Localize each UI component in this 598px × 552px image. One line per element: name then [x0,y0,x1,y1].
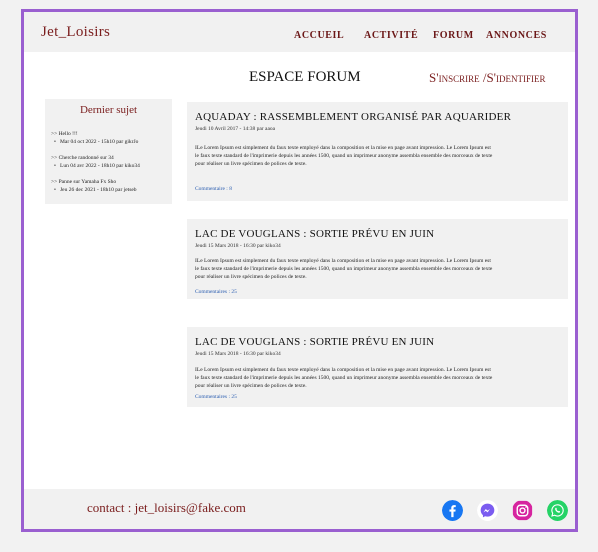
footer: contact : jet_loisirs@fake.com [24,489,575,529]
whatsapp-icon[interactable] [547,500,568,521]
post-comments-link[interactable]: Commentaires : 25 [195,289,237,295]
post-excerpt: ILe Lorem Ipsum est simplement du faux t… [195,367,493,389]
sidebar-title: Dernier sujet [79,104,138,116]
sidebar-topic-link[interactable]: >> Cherche randonné sur 34 [51,154,114,162]
page-frame: Jet_Loisirs ACCUEIL ACTIVITÉ FORUM ANNON… [21,9,578,532]
nav-annonces[interactable]: ANNONCES [486,30,547,41]
post-title[interactable]: LAC DE VOUGLANS : SORTIE PRÉVU EN JUIN [195,228,434,240]
signup-login-link[interactable]: S'inscrire /S'identifier [429,70,546,86]
post-excerpt: ILe Lorem Ipsum est simplement du faux t… [195,258,493,280]
page-title: ESPACE FORUM [249,69,361,85]
forum-post-card: LAC DE VOUGLANS : SORTIE PRÉVU EN JUIN J… [187,327,568,407]
sidebar-topic-detail: Mar 04 oct 2022 - 15h10 par gikrJo [54,138,138,146]
post-meta: Jeudi 10 Avril 2017 - 14:38 par aaoa [195,126,276,132]
post-comments-link[interactable]: Commentaires : 25 [195,394,237,400]
post-meta: Jeudi 15 Mars 2018 - 16:30 par kiko34 [195,351,281,357]
sidebar-topic-link[interactable]: >> Hello !!! [51,130,78,138]
post-meta: Jeudi 15 Mars 2018 - 16:30 par kiko34 [195,243,281,249]
contact-email-link[interactable]: contact : jet_loisirs@fake.com [87,500,246,516]
post-comments-link[interactable]: Commentaire : 8 [195,186,232,192]
facebook-icon[interactable] [442,500,463,521]
header: Jet_Loisirs ACCUEIL ACTIVITÉ FORUM ANNON… [24,12,575,52]
nav-forum[interactable]: FORUM [433,30,474,41]
forum-post-card: LAC DE VOUGLANS : SORTIE PRÉVU EN JUIN J… [187,219,568,299]
post-excerpt: ILe Lorem Ipsum est simplement du faux t… [195,145,493,167]
forum-post-card: AQUADAY : RASSEMBLEMENT ORGANISÉ PAR AQU… [187,102,568,201]
nav-accueil[interactable]: ACCUEIL [294,30,344,41]
latest-topics-sidebar: Dernier sujet >> Hello !!! Mar 04 oct 20… [45,99,172,204]
site-logo[interactable]: Jet_Loisirs [41,24,110,41]
sidebar-topic-detail: Jeu 26 dec 2021 - 18h10 par jetseb [54,186,136,194]
post-title[interactable]: AQUADAY : RASSEMBLEMENT ORGANISÉ PAR AQU… [195,111,511,123]
instagram-icon[interactable] [512,500,533,521]
sidebar-topic-detail: Lun 04 avr 2022 - 18h10 par kiko34 [54,162,140,170]
sidebar-topic-link[interactable]: >> Panne sur Yamaha Fx Sho [51,178,116,186]
post-title[interactable]: LAC DE VOUGLANS : SORTIE PRÉVU EN JUIN [195,336,434,348]
nav-activite[interactable]: ACTIVITÉ [364,30,418,41]
messenger-icon[interactable] [477,500,498,521]
